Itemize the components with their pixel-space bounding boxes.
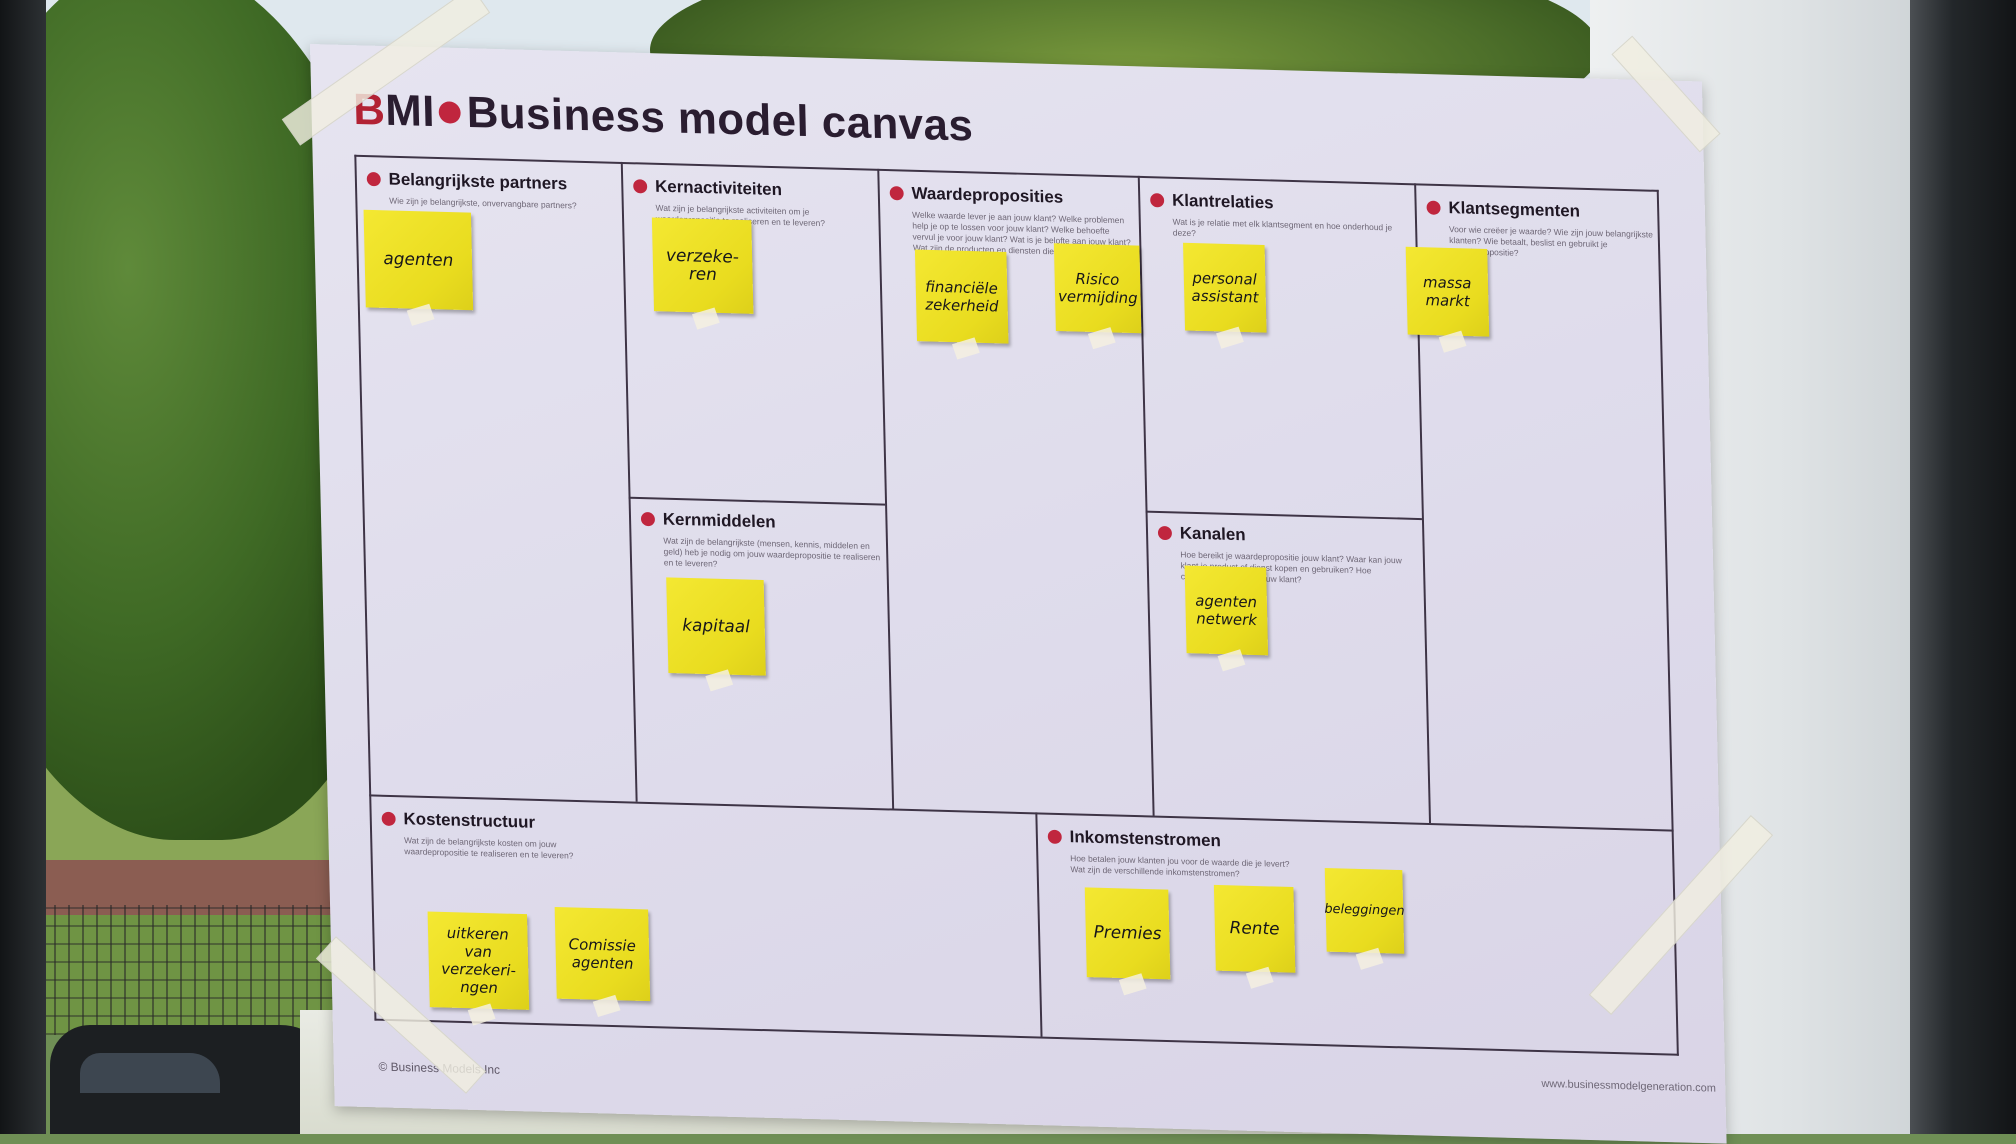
tape-piece xyxy=(1246,967,1274,989)
grid-line xyxy=(629,497,886,506)
grid-line xyxy=(374,1019,1678,1056)
section-title: Waardeproposities xyxy=(911,184,1063,208)
car-window xyxy=(80,1053,220,1093)
section-dot xyxy=(1048,830,1062,844)
grid-line xyxy=(1146,511,1422,520)
section-question: Wat zijn de belangrijkste kosten om jouw… xyxy=(404,835,623,863)
tape-piece xyxy=(407,304,435,326)
section-dot xyxy=(1150,193,1164,207)
section-question: Wie zijn je belangrijkste, onvervangbare… xyxy=(389,195,616,212)
tape-piece xyxy=(1217,649,1245,671)
section-resources: Kernmiddelen Wat zijn de belangrijkste (… xyxy=(641,509,881,574)
sticky-note: verzeke-ren xyxy=(652,218,754,314)
section-title: Kernmiddelen xyxy=(663,510,776,533)
section-dot xyxy=(1426,201,1440,215)
grid-line xyxy=(621,162,638,802)
title-text: Business model canvas xyxy=(466,88,974,150)
sticky-note: Comissie agenten xyxy=(555,907,651,1001)
section-dot xyxy=(1158,526,1172,540)
section-dot xyxy=(641,512,655,526)
tape-piece xyxy=(706,669,734,691)
section-question: Wat is je relatie met elk klantsegment e… xyxy=(1172,217,1409,245)
section-question: Wat zijn de belangrijkste (mensen, kenni… xyxy=(663,535,881,574)
tape-piece xyxy=(692,308,720,330)
black-car xyxy=(50,1025,340,1134)
section-title: Belangrijkste partners xyxy=(388,170,567,195)
section-dot xyxy=(890,186,904,200)
tape-piece xyxy=(1118,973,1146,995)
sticky-note: kapitaal xyxy=(666,577,766,675)
sticky-note: financiële zekerheid xyxy=(915,250,1009,344)
tape-piece xyxy=(952,337,980,359)
section-title: Kostenstructuur xyxy=(403,809,535,832)
tape-piece xyxy=(592,995,620,1017)
tape-piece xyxy=(1356,948,1384,970)
tape-piece xyxy=(1216,327,1244,349)
sticky-note: Risico vermijding xyxy=(1054,243,1142,333)
section-cost-structure: Kostenstructuur Wat zijn de belangrijkst… xyxy=(381,809,939,872)
tape-piece xyxy=(1438,331,1466,353)
section-dot xyxy=(367,172,381,186)
sticky-note: massa markt xyxy=(1406,247,1490,337)
sticky-note: Premies xyxy=(1085,887,1171,979)
sticky-note: agenten xyxy=(364,210,474,311)
section-title: Kanalen xyxy=(1180,524,1246,546)
window-frame-left xyxy=(0,0,46,1134)
poster-title: BMIBusiness model canvas xyxy=(353,85,974,152)
section-title: Klantsegmenten xyxy=(1448,198,1580,221)
sticky-note: beleggingen xyxy=(1325,868,1404,954)
window-frame-right xyxy=(1910,0,2016,1134)
sticky-note: personal assistant xyxy=(1183,243,1267,333)
sticky-note: Rente xyxy=(1214,885,1296,973)
section-title: Kernactiviteiten xyxy=(655,177,782,200)
website-url: www.businessmodelgeneration.com xyxy=(1541,1078,1716,1095)
logo-mi: MI xyxy=(385,86,436,136)
section-title: Inkomstenstromen xyxy=(1069,827,1221,851)
section-dot xyxy=(633,179,647,193)
grid-line xyxy=(877,169,894,809)
tape-piece xyxy=(1088,327,1116,349)
business-model-canvas-poster: BMIBusiness model canvas Belangrijkste p… xyxy=(310,44,1727,1144)
grid-line xyxy=(1138,176,1155,816)
section-question: Hoe betalen jouw klanten jou voor de waa… xyxy=(1070,853,1299,881)
sticky-note: uitkeren van verzekeri-ngen xyxy=(428,912,530,1010)
section-title: Klantrelaties xyxy=(1172,191,1274,214)
section-dot xyxy=(382,812,396,826)
sticky-note: agenten netwerk xyxy=(1185,565,1269,655)
section-partners: Belangrijkste partners Wie zijn je belan… xyxy=(367,169,616,213)
logo-dot xyxy=(439,102,461,125)
section-customer-relations: Klantrelaties Wat is je relatie met elk … xyxy=(1150,190,1410,245)
grid-line xyxy=(1035,812,1042,1036)
